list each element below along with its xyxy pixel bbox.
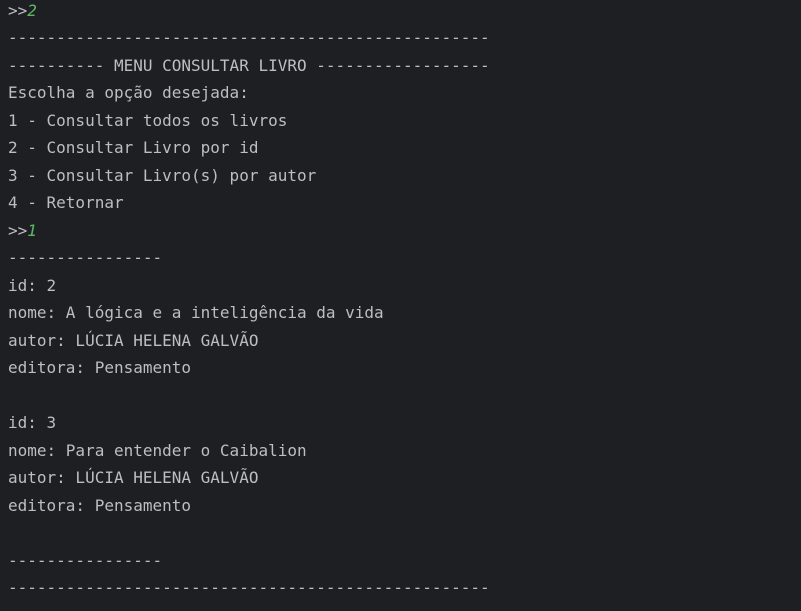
prompt-line: >>2 [8, 0, 37, 22]
user-input: 2 [27, 1, 37, 20]
menu-option-3: 3 - Consultar Livro(s) por autor [8, 166, 317, 185]
separator-line: ----------------------------------------… [8, 578, 490, 597]
prompt-symbol: >> [8, 1, 28, 20]
book-name: nome: Para entender o Caibalion [8, 441, 307, 460]
book-id: id: 2 [8, 276, 57, 295]
menu-option-1: 1 - Consultar todos os livros [8, 111, 288, 130]
result-separator: ---------------- [8, 551, 163, 570]
menu-option-2: 2 - Consultar Livro por id [8, 138, 259, 157]
menu-title: ---------- MENU CONSULTAR LIVRO --------… [8, 56, 490, 75]
menu-option-4: 4 - Retornar [8, 193, 124, 212]
book-publisher: editora: Pensamento [8, 358, 192, 377]
console-output[interactable]: >>2 ------------------------------------… [0, 0, 801, 611]
book-name: nome: A lógica e a inteligência da vida [8, 303, 384, 322]
result-separator: ---------------- [8, 248, 163, 267]
book-id: id: 3 [8, 413, 57, 432]
prompt-symbol: >> [8, 221, 28, 240]
book-author: autor: LÚCIA HELENA GALVÃO [8, 331, 259, 350]
book-publisher: editora: Pensamento [8, 496, 192, 515]
separator-line: ----------------------------------------… [8, 28, 490, 47]
menu-instruction: Escolha a opção desejada: [8, 83, 249, 102]
prompt-line: >>1 [8, 220, 37, 242]
book-author: autor: LÚCIA HELENA GALVÃO [8, 468, 259, 487]
user-input: 1 [27, 221, 37, 240]
